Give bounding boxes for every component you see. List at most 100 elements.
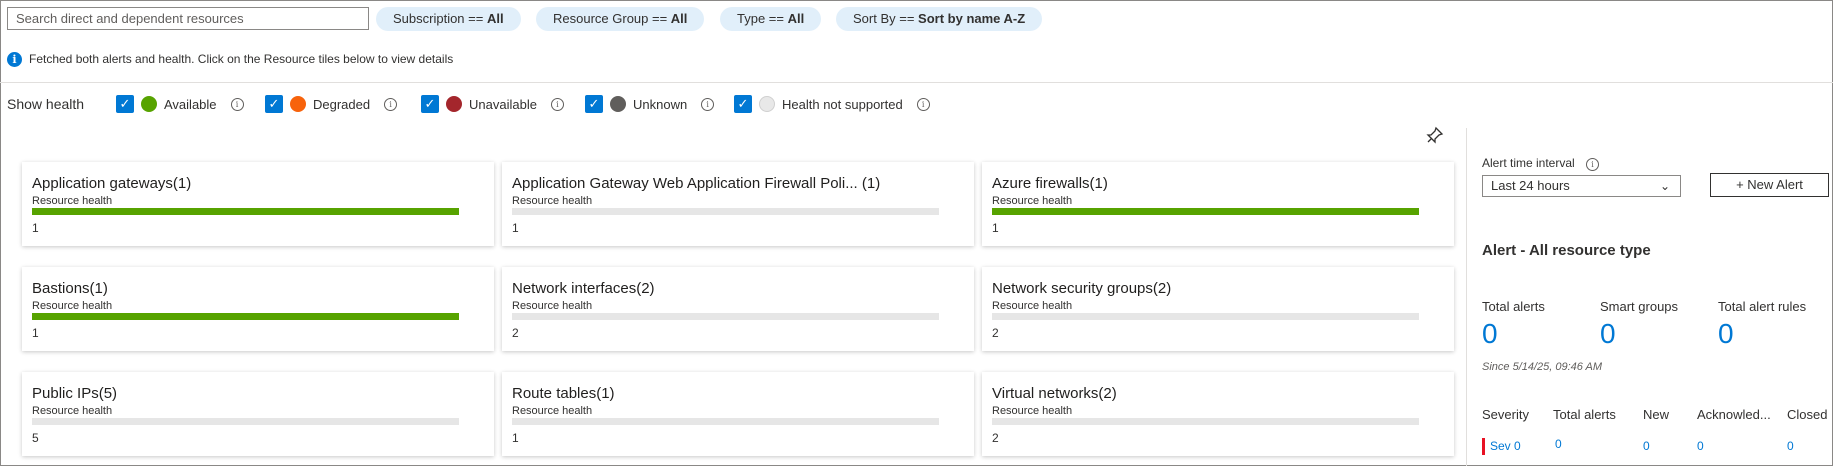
tile-subtitle: Resource health bbox=[32, 405, 113, 417]
resource-tile-bastions[interactable]: Bastions(1) Resource health 1 bbox=[22, 267, 494, 351]
not-supported-status-icon bbox=[759, 96, 775, 112]
severity-cell[interactable]: Sev 0 bbox=[1490, 439, 1521, 453]
tile-subtitle: Resource health bbox=[512, 405, 593, 417]
info-message: i Fetched both alerts and health. Click o… bbox=[7, 51, 453, 68]
health-filter-unavailable[interactable]: ✓ Unavailable i bbox=[421, 94, 564, 114]
tile-count: 2 bbox=[512, 326, 519, 340]
available-status-icon bbox=[141, 96, 157, 112]
checkbox-checked-icon[interactable]: ✓ bbox=[585, 95, 603, 113]
table-header-acknowledged: Acknowled... bbox=[1697, 407, 1771, 422]
new-alert-label: New Alert bbox=[1747, 177, 1803, 192]
health-filter-not-supported[interactable]: ✓ Health not supported i bbox=[734, 94, 930, 114]
health-bar bbox=[992, 208, 1419, 215]
section-divider bbox=[0, 82, 1833, 83]
table-header-closed: Closed bbox=[1787, 407, 1828, 422]
total-alert-rules-value[interactable]: 0 bbox=[1718, 318, 1734, 350]
checkbox-checked-icon[interactable]: ✓ bbox=[734, 95, 752, 113]
health-bar bbox=[512, 418, 939, 425]
resource-tile-network-security-groups[interactable]: Network security groups(2) Resource heal… bbox=[982, 267, 1454, 351]
pill-key: Resource Group == bbox=[553, 11, 671, 26]
resource-tile-public-ips[interactable]: Public IPs(5) Resource health 5 bbox=[22, 372, 494, 456]
health-filter-available[interactable]: ✓ Available i bbox=[116, 94, 244, 114]
tile-subtitle: Resource health bbox=[32, 300, 113, 312]
table-header-new: New bbox=[1643, 407, 1670, 422]
resource-tile-route-tables[interactable]: Route tables(1) Resource health 1 bbox=[502, 372, 974, 456]
resource-tile-azure-firewalls[interactable]: Azure firewalls(1) Resource health 1 bbox=[982, 162, 1454, 246]
health-filter-label: Health not supported bbox=[782, 96, 903, 112]
info-icon[interactable]: i bbox=[916, 97, 930, 111]
resource-tile-application-gateways[interactable]: Application gateways(1) Resource health … bbox=[22, 162, 494, 246]
acknowledged-cell[interactable]: 0 bbox=[1697, 439, 1704, 453]
tile-subtitle: Resource health bbox=[992, 300, 1073, 312]
resource-tile-waf-policies[interactable]: Application Gateway Web Application Fire… bbox=[502, 162, 974, 246]
subscription-filter-pill[interactable]: Subscription == All bbox=[376, 7, 521, 31]
show-health-label: Show health bbox=[7, 96, 85, 112]
pill-value: All bbox=[486, 11, 504, 26]
alert-panel-heading: Alert - All resource type bbox=[1482, 242, 1651, 259]
tile-count: 1 bbox=[512, 431, 519, 445]
tile-count: 1 bbox=[512, 221, 519, 235]
tile-title: Azure firewalls(1) bbox=[992, 175, 1108, 192]
health-bar bbox=[32, 313, 459, 320]
total-alerts-value[interactable]: 0 bbox=[1482, 318, 1498, 350]
resource-tile-virtual-networks[interactable]: Virtual networks(2) Resource health 2 bbox=[982, 372, 1454, 456]
tile-title: Public IPs(5) bbox=[32, 385, 118, 402]
type-filter-pill[interactable]: Type == All bbox=[720, 7, 822, 31]
total-alerts-label: Total alerts bbox=[1482, 299, 1545, 314]
info-icon[interactable]: i bbox=[230, 97, 244, 111]
resource-group-filter-pill[interactable]: Resource Group == All bbox=[536, 7, 705, 31]
resource-tile-network-interfaces[interactable]: Network interfaces(2) Resource health 2 bbox=[502, 267, 974, 351]
unknown-status-icon bbox=[610, 96, 626, 112]
tile-title: Network interfaces(2) bbox=[512, 280, 655, 297]
checkbox-checked-icon[interactable]: ✓ bbox=[265, 95, 283, 113]
health-filter-unknown[interactable]: ✓ Unknown i bbox=[585, 94, 715, 114]
new-cell[interactable]: 0 bbox=[1643, 439, 1650, 453]
health-bar-fill bbox=[32, 208, 459, 215]
search-input[interactable] bbox=[7, 7, 369, 30]
pill-key: Subscription == bbox=[393, 11, 487, 26]
total-alerts-cell[interactable]: 0 bbox=[1555, 437, 1562, 451]
info-icon: i bbox=[7, 52, 22, 68]
tile-subtitle: Resource health bbox=[512, 195, 593, 207]
info-icon[interactable]: i bbox=[384, 97, 398, 111]
alert-interval-label-text: Alert time interval bbox=[1482, 156, 1575, 170]
alert-interval-value: Last 24 hours bbox=[1491, 178, 1570, 193]
tile-count: 1 bbox=[32, 326, 39, 340]
alert-interval-dropdown[interactable]: Last 24 hours ⌄ bbox=[1482, 175, 1681, 197]
tile-count: 2 bbox=[992, 431, 999, 445]
health-bar-fill bbox=[992, 208, 1419, 215]
panel-divider bbox=[1466, 128, 1467, 466]
health-filter-label: Available bbox=[164, 96, 217, 112]
plus-icon: + bbox=[1736, 177, 1744, 192]
checkbox-checked-icon[interactable]: ✓ bbox=[421, 95, 439, 113]
sort-by-filter-pill[interactable]: Sort By == Sort by name A-Z bbox=[836, 7, 1043, 31]
tile-subtitle: Resource health bbox=[992, 405, 1073, 417]
severity-marker bbox=[1482, 438, 1485, 455]
checkbox-checked-icon[interactable]: ✓ bbox=[116, 95, 134, 113]
info-icon[interactable]: i bbox=[550, 97, 564, 111]
table-header-severity: Severity bbox=[1482, 407, 1529, 422]
info-icon[interactable]: i bbox=[701, 97, 715, 111]
new-alert-button[interactable]: + New Alert bbox=[1710, 173, 1829, 197]
degraded-status-icon bbox=[290, 96, 306, 112]
chevron-down-icon: ⌄ bbox=[1659, 179, 1670, 193]
health-bar bbox=[32, 418, 459, 425]
tile-title: Virtual networks(2) bbox=[992, 385, 1117, 402]
health-filter-label: Unavailable bbox=[469, 96, 537, 112]
info-icon[interactable]: i bbox=[1586, 158, 1600, 171]
total-alert-rules-label: Total alert rules bbox=[1718, 299, 1807, 314]
health-bar bbox=[32, 208, 459, 215]
health-filter-degraded[interactable]: ✓ Degraded i bbox=[265, 94, 398, 114]
tile-title: Network security groups(2) bbox=[992, 280, 1172, 297]
health-filter-label: Degraded bbox=[313, 96, 371, 112]
pill-value: All bbox=[787, 11, 805, 26]
tile-subtitle: Resource health bbox=[32, 195, 113, 207]
tile-title: Application gateways(1) bbox=[32, 175, 192, 192]
alerts-since-text: Since 5/14/25, 09:46 AM bbox=[1482, 361, 1603, 373]
closed-cell[interactable]: 0 bbox=[1787, 439, 1794, 453]
tile-subtitle: Resource health bbox=[512, 300, 593, 312]
unavailable-status-icon bbox=[446, 96, 462, 112]
smart-groups-value[interactable]: 0 bbox=[1600, 318, 1616, 350]
tile-title: Route tables(1) bbox=[512, 385, 615, 402]
pin-icon[interactable] bbox=[1424, 126, 1444, 151]
